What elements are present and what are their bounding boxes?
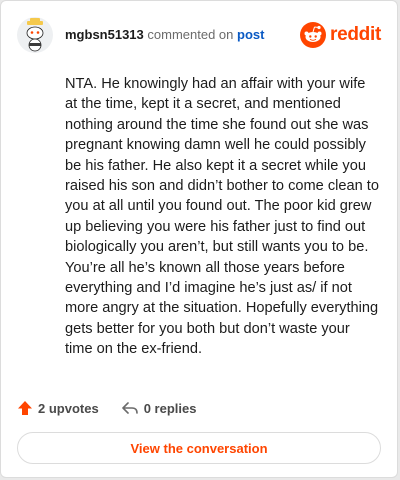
reply-arrow-icon [121,402,138,414]
snoo-avatar-icon[interactable] [17,17,53,53]
comment-header: mgbsn51313 commented on post reddit [17,17,381,53]
reddit-wordmark: reddit [330,24,381,45]
username-link[interactable]: mgbsn51313 [65,27,144,42]
action-text: commented on [147,27,234,42]
comment-card: mgbsn51313 commented on post reddit NTA.… [0,0,398,478]
comment-body: NTA. He knowingly had an affair with you… [65,76,379,358]
comment-footer: 2 upvotes 0 replies [17,399,196,417]
reddit-logo-icon [300,22,327,48]
reddit-logo[interactable]: reddit [300,19,381,51]
comment-meta: mgbsn51313 commented on post [65,27,264,42]
replies-stat[interactable]: 0 replies [121,400,197,416]
upvotes-label: 2 upvotes [38,400,99,416]
replies-label: 0 replies [143,400,197,416]
upvotes-stat[interactable]: 2 upvotes [17,400,99,416]
post-link[interactable]: post [237,27,264,42]
view-conversation-button[interactable]: View the conversation [17,432,381,464]
upvote-arrow-icon [18,401,32,415]
